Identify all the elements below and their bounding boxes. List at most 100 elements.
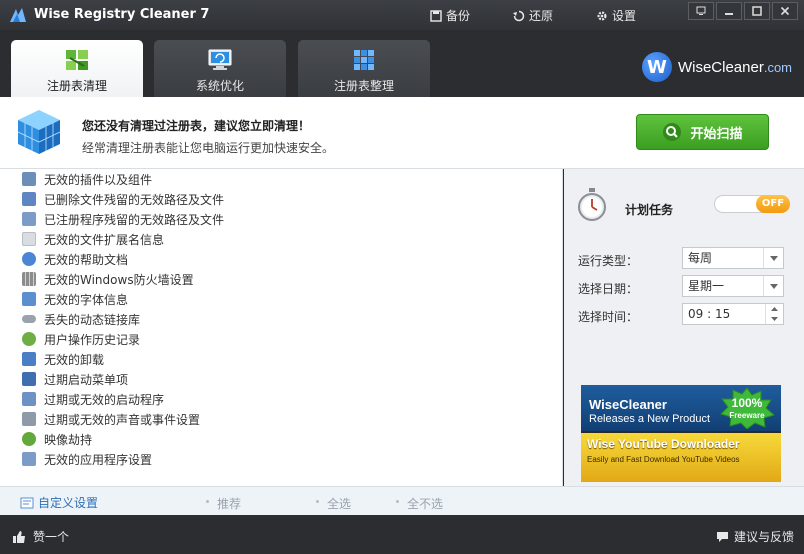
chevron-down-icon	[763, 248, 783, 268]
title-bar: Wise Registry Cleaner 7 备份 还原 设置	[0, 0, 804, 30]
select-none-link[interactable]: 全不选	[407, 495, 443, 512]
day-select[interactable]: 星期一	[682, 275, 784, 297]
spin-up-button[interactable]	[766, 304, 783, 314]
tab-registry-clean[interactable]: 注册表清理	[11, 40, 143, 97]
uninstall-icon	[22, 352, 36, 366]
dll-icon	[22, 315, 36, 323]
list-item-label: 过期启动菜单项	[44, 372, 129, 387]
plugin-icon	[22, 172, 36, 186]
backup-button[interactable]: 备份	[430, 7, 470, 24]
custom-settings-icon	[20, 497, 34, 508]
backup-label: 备份	[446, 9, 471, 23]
list-item[interactable]: 无效的应用程序设置	[22, 449, 152, 469]
list-item[interactable]: 过期或无效的声音或事件设置	[22, 409, 200, 429]
menu-window-button[interactable]	[688, 2, 714, 20]
list-item[interactable]: 无效的卸载	[22, 349, 104, 369]
menu-icon	[696, 6, 706, 15]
magnifier-icon	[663, 123, 682, 141]
like-button[interactable]: 赞一个	[12, 528, 69, 545]
maximize-icon	[752, 6, 762, 16]
promo-tagline: Easily and Fast Download YouTube Videos	[587, 455, 740, 464]
select-all-link[interactable]: 全选	[327, 495, 351, 512]
list-item-label: 丢失的动态链接库	[44, 312, 141, 327]
bug-icon	[22, 432, 36, 446]
promo-title: WiseCleaner	[589, 397, 667, 412]
time-spin-buttons	[765, 304, 783, 324]
list-item-label: 已注册程序残留的无效路径及文件	[44, 212, 225, 227]
burst-sub-text: Freeware	[729, 411, 765, 420]
minimize-button[interactable]	[716, 2, 742, 20]
brand-logo[interactable]: W WiseCleaner.com	[641, 52, 792, 82]
list-item[interactable]: 已注册程序残留的无效路径及文件	[22, 209, 224, 229]
help-doc-icon	[22, 252, 36, 266]
firewall-icon	[22, 272, 36, 286]
list-item[interactable]: 无效的文件扩展名信息	[22, 229, 164, 249]
separator-dot	[396, 500, 399, 503]
spin-down-button[interactable]	[766, 314, 783, 324]
promo-top: WiseCleaner Releases a New Product 100% …	[581, 385, 781, 431]
list-item[interactable]: 已删除文件残留的无效路径及文件	[22, 189, 224, 209]
promo-subtitle: Releases a New Product	[589, 413, 711, 425]
restore-button[interactable]: 还原	[513, 7, 553, 24]
list-item[interactable]: 无效的插件以及组件	[22, 169, 152, 189]
list-item[interactable]: 无效的字体信息	[22, 289, 128, 309]
restore-icon	[513, 10, 525, 21]
close-button[interactable]	[772, 2, 798, 20]
sound-icon	[22, 412, 36, 426]
wisecleaner-logo-icon: W	[641, 52, 672, 82]
tab-system-optimize[interactable]: 系统优化	[154, 40, 286, 97]
banner-subtitle: 经常清理注册表能让您电脑运行更加快速安全。	[82, 141, 335, 155]
startup-icon	[22, 392, 36, 406]
custom-settings-link[interactable]: 自定义设置	[20, 494, 98, 511]
tab-label: 注册表清理	[46, 79, 107, 93]
list-item[interactable]: 无效的Windows防火墙设置	[22, 269, 194, 289]
list-item[interactable]: 用户操作历史记录	[22, 329, 140, 349]
like-label: 赞一个	[33, 530, 70, 544]
list-item-label: 无效的帮助文档	[44, 252, 129, 267]
start-scan-button[interactable]: 开始扫描	[636, 114, 769, 150]
brand-name: WiseCleaner	[677, 58, 764, 76]
list-item[interactable]: 无效的帮助文档	[22, 249, 128, 269]
deleted-file-icon	[22, 192, 36, 206]
start-scan-label: 开始扫描	[690, 126, 743, 142]
run-type-select[interactable]: 每周	[682, 247, 784, 269]
feedback-button[interactable]: 建议与反馈	[716, 528, 794, 545]
promo-product: Wise YouTube Downloader	[587, 437, 740, 451]
list-item-label: 用户操作历史记录	[44, 332, 141, 347]
info-banner: 您还没有清理过注册表，建议您立即清理！ 经常清理注册表能让您电脑运行更加快速安全…	[0, 97, 804, 169]
list-item[interactable]: 过期或无效的启动程序	[22, 389, 164, 409]
settings-button[interactable]: 设置	[596, 7, 636, 24]
promo-banner[interactable]: WiseCleaner Releases a New Product 100% …	[581, 385, 781, 482]
gear-icon	[597, 10, 607, 21]
time-spinner[interactable]: 09 : 15	[682, 303, 784, 325]
brand-text: WiseCleaner.com	[678, 59, 792, 76]
day-label: 选择日期：	[578, 282, 639, 296]
tab-registry-defrag[interactable]: 注册表整理	[298, 40, 430, 97]
list-item[interactable]: 丢失的动态链接库	[22, 309, 140, 329]
list-action-bar: 自定义设置 推荐 全选 全不选	[0, 486, 804, 515]
window-controls	[688, 2, 798, 20]
list-item[interactable]: 过期启动菜单项	[22, 369, 128, 389]
list-item[interactable]: 映像劫持	[22, 429, 92, 449]
list-item-label: 无效的字体信息	[44, 292, 129, 307]
list-item-label: 无效的文件扩展名信息	[44, 232, 165, 247]
status-bar: 赞一个 建议与反馈	[0, 515, 804, 554]
brand-domain: .com	[763, 59, 792, 75]
tab-label: 系统优化	[195, 79, 244, 93]
tab-label: 注册表整理	[333, 79, 394, 93]
settings-label: 设置	[612, 9, 637, 23]
run-type-label: 运行类型：	[578, 254, 639, 268]
maximize-button[interactable]	[744, 2, 770, 20]
app-settings-icon	[22, 452, 36, 466]
start-menu-icon	[22, 372, 36, 386]
save-icon	[430, 9, 442, 22]
separator-dot	[316, 500, 319, 503]
recommend-link[interactable]: 推荐	[217, 495, 241, 512]
monitor-optimize-icon	[208, 49, 232, 70]
chevron-down-icon	[763, 276, 783, 296]
list-item-label: 已删除文件残留的无效路径及文件	[44, 192, 225, 207]
history-icon	[22, 332, 36, 346]
registry-category-list: 无效的插件以及组件 已删除文件残留的无效路径及文件 已注册程序残留的无效路径及文…	[0, 169, 563, 486]
freeware-burst-icon: 100% Freeware	[720, 387, 776, 429]
schedule-toggle[interactable]: OFF	[714, 195, 790, 213]
